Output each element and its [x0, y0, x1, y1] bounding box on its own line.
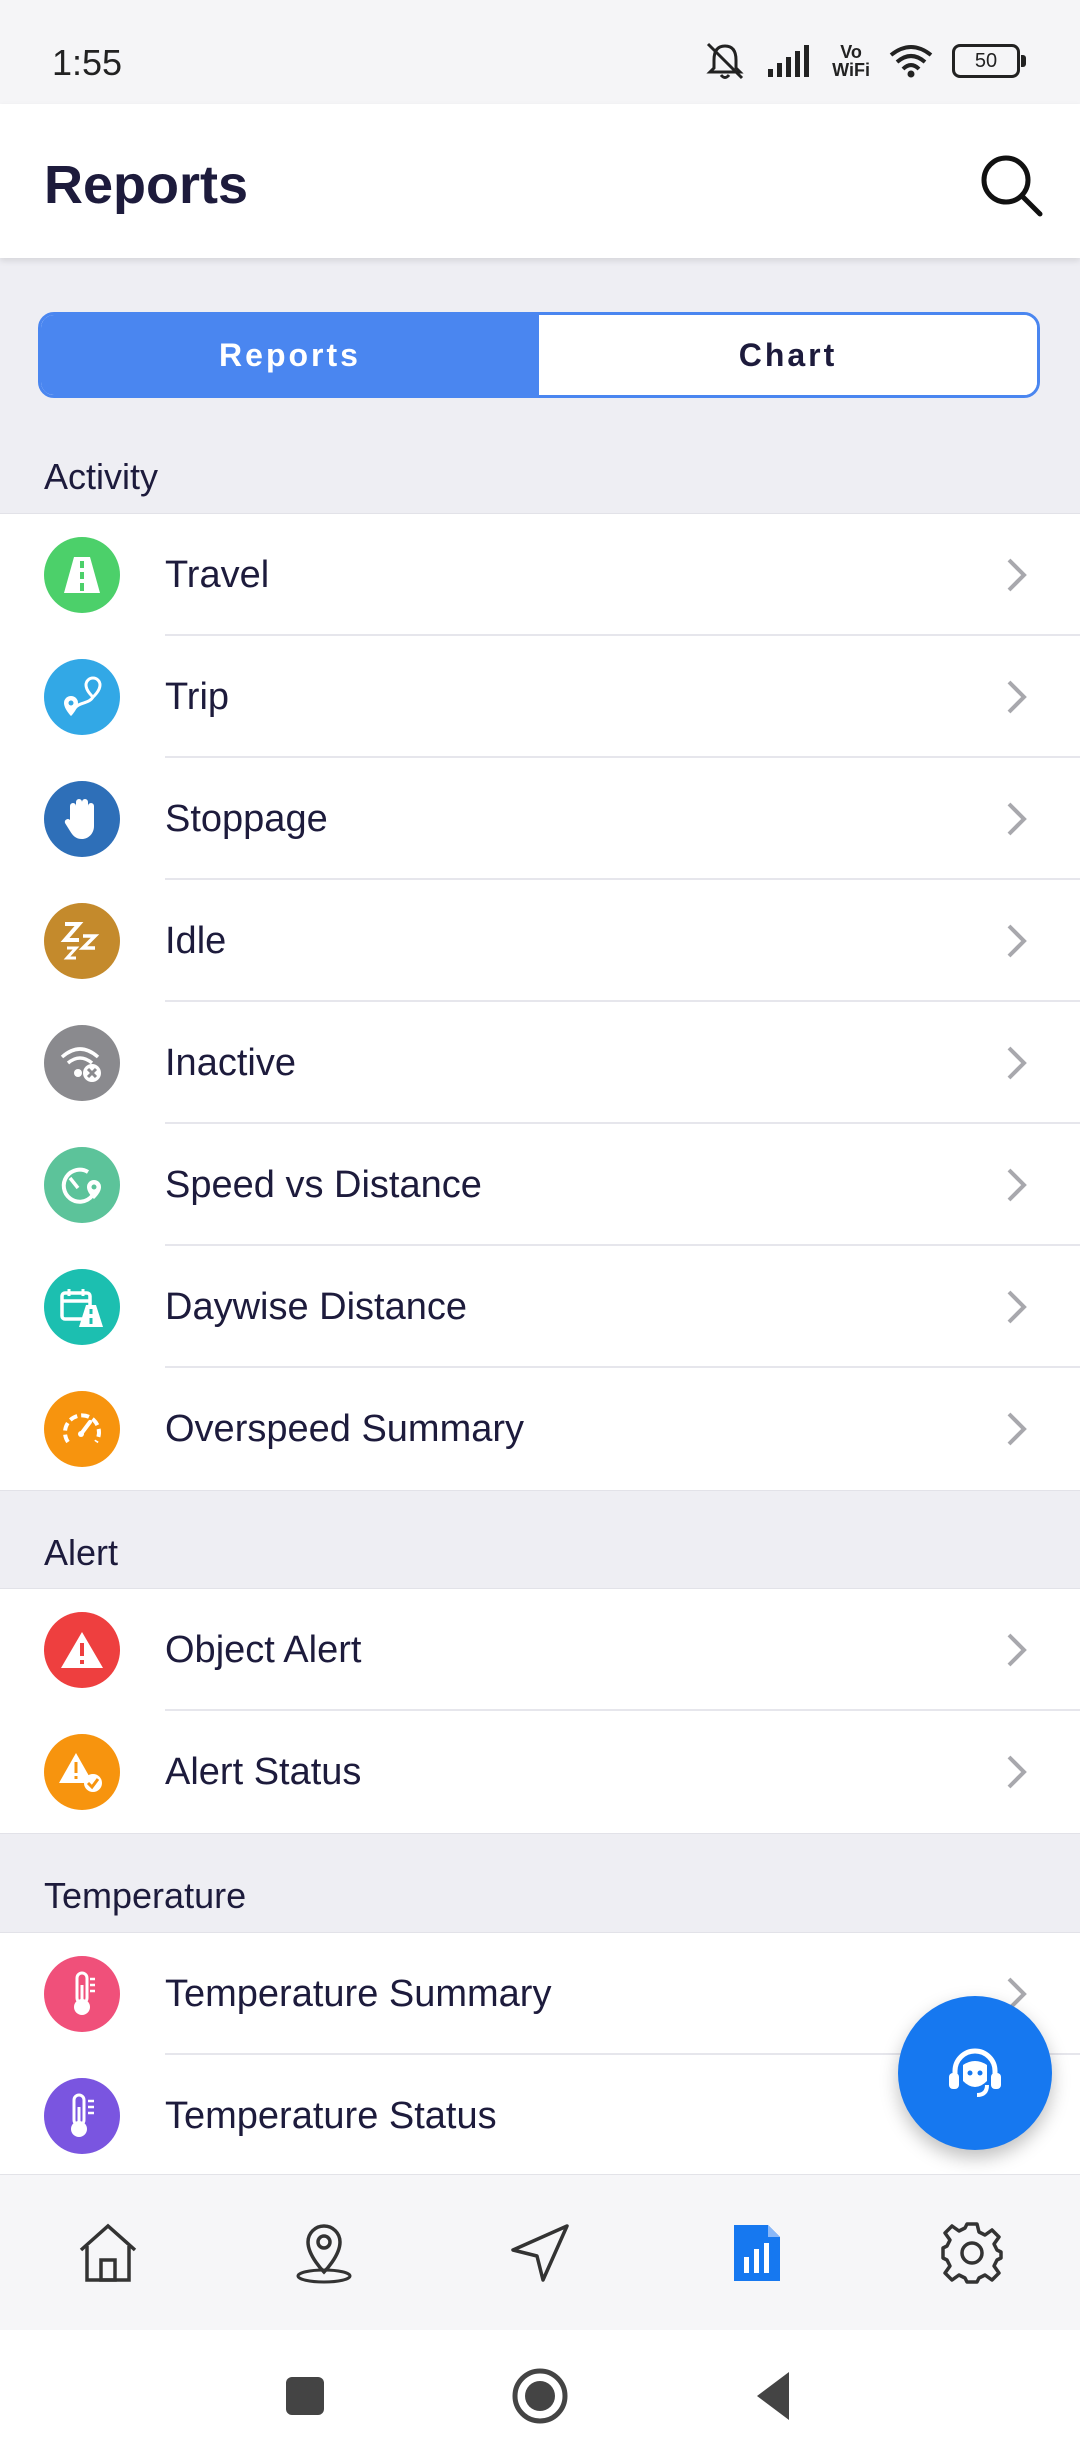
status-bar: 1:55 Vo WiFi 50 [0, 0, 1080, 104]
report-item-trip[interactable]: Trip [0, 636, 1080, 758]
vowifi-top: Vo [840, 42, 862, 62]
bottom-nav [0, 2174, 1080, 2331]
chevron-right-icon [1007, 1412, 1027, 1446]
section-header-alert: Alert [44, 1532, 119, 1573]
road-icon [44, 537, 120, 613]
tab-reports[interactable]: Reports [41, 315, 539, 395]
status-time: 1:55 [52, 42, 123, 83]
report-item-object-alert[interactable]: Object Alert [0, 1589, 1080, 1711]
battery-level: 50 [974, 49, 998, 72]
recent-apps-icon[interactable] [275, 2366, 335, 2426]
report-label: Trip [165, 676, 230, 718]
chevron-right-icon [1007, 680, 1027, 714]
nav-home[interactable] [72, 2217, 144, 2289]
route-pin-icon [44, 659, 120, 735]
chevron-right-icon [1007, 1168, 1027, 1202]
report-label: Temperature Summary [165, 1973, 552, 2015]
speed-distance-icon [44, 1147, 120, 1223]
nav-reports[interactable] [720, 2217, 792, 2289]
wifi-off-icon [44, 1025, 120, 1101]
report-label: Temperature Status [165, 2095, 497, 2137]
search-icon[interactable] [976, 150, 1046, 220]
section-header-activity: Activity [44, 456, 159, 497]
home-icon [79, 2223, 137, 2282]
tab-chart[interactable]: Chart [539, 315, 1037, 395]
report-item-speed-vs-distance[interactable]: Speed vs Distance [0, 1124, 1080, 1246]
nav-location[interactable] [288, 2217, 360, 2289]
mute-notification-icon [706, 42, 744, 80]
system-nav-bar [0, 2330, 1080, 2460]
wifi-icon [889, 45, 933, 78]
section-header-temperature: Temperature [44, 1875, 247, 1916]
alert-list: Object Alert Alert Status [0, 1588, 1080, 1834]
app-bar: Reports [0, 104, 1080, 258]
chevron-right-icon [1007, 558, 1027, 592]
page-title: Reports [44, 155, 249, 215]
hand-stop-icon [44, 781, 120, 857]
chevron-right-icon [1007, 1755, 1027, 1789]
report-item-daywise-distance[interactable]: Daywise Distance [0, 1246, 1080, 1368]
report-label: Idle [165, 920, 227, 962]
report-item-alert-status[interactable]: Alert Status [0, 1711, 1080, 1833]
chevron-right-icon [1007, 1046, 1027, 1080]
home-button-icon[interactable] [510, 2366, 570, 2426]
report-item-stoppage[interactable]: Stoppage [0, 758, 1080, 880]
thermometer-icon [44, 1956, 120, 2032]
location-pin-icon [296, 2224, 352, 2284]
support-fab[interactable] [898, 1996, 1052, 2150]
chevron-right-icon [1007, 924, 1027, 958]
back-icon[interactable] [745, 2366, 805, 2426]
chevron-right-icon [1007, 1290, 1027, 1324]
thermometer-status-icon [44, 2078, 120, 2154]
report-label: Alert Status [165, 1751, 362, 1793]
report-label: Daywise Distance [165, 1286, 467, 1328]
status-icons: Vo WiFi 50 [702, 36, 1026, 86]
support-agent-icon [949, 2048, 1001, 2097]
activity-list: Travel Trip Stoppage Idle Inactive Speed… [0, 513, 1080, 1491]
report-label: Travel [165, 554, 270, 596]
vowifi-bottom: WiFi [832, 60, 870, 80]
report-label: Object Alert [165, 1629, 362, 1671]
report-label: Overspeed Summary [165, 1408, 525, 1450]
nav-navigate[interactable] [504, 2217, 576, 2289]
battery-icon: 50 [952, 44, 1026, 78]
signal-icon [768, 45, 810, 77]
report-item-idle[interactable]: Idle [0, 880, 1080, 1002]
warning-check-icon [44, 1734, 120, 1810]
speedometer-icon [44, 1391, 120, 1467]
reports-icon [734, 2225, 780, 2281]
report-view-toggle: Reports Chart [38, 312, 1040, 398]
chevron-right-icon [1007, 802, 1027, 836]
chevron-right-icon [1007, 1633, 1027, 1667]
report-label: Inactive [165, 1042, 296, 1084]
warning-icon [44, 1612, 120, 1688]
nav-settings[interactable] [936, 2217, 1008, 2289]
report-label: Stoppage [165, 798, 328, 840]
calendar-road-icon [44, 1269, 120, 1345]
report-label: Speed vs Distance [165, 1164, 482, 1206]
sleep-zzz-icon [44, 903, 120, 979]
vowifi-indicator: Vo WiFi [832, 43, 870, 79]
navigate-icon [511, 2224, 569, 2282]
report-item-travel[interactable]: Travel [0, 514, 1080, 636]
report-item-overspeed-summary[interactable]: Overspeed Summary [0, 1368, 1080, 1490]
report-item-inactive[interactable]: Inactive [0, 1002, 1080, 1124]
settings-icon [941, 2222, 1003, 2284]
